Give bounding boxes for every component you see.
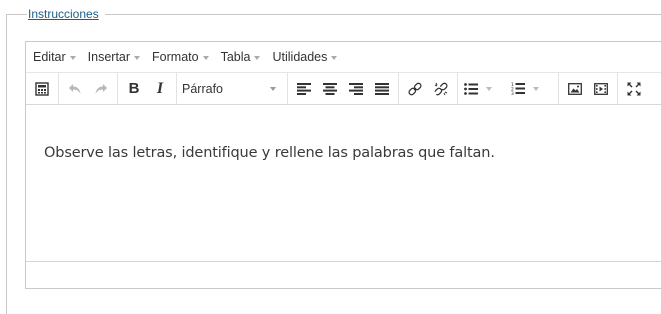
menu-editar[interactable]: Editar [33, 50, 76, 64]
fullscreen-icon [627, 82, 641, 95]
toolbar-group-lists: 1 2 3 [458, 73, 559, 104]
rich-text-editor: Editar Insertar Formato Tabla Utilidades [25, 41, 661, 289]
chevron-down-icon [202, 55, 209, 60]
editor-content-area[interactable]: Observe las letras, identifique y rellen… [26, 105, 661, 263]
chevron-down-icon [270, 87, 276, 91]
align-justify-icon [375, 82, 389, 95]
redo-icon [95, 83, 107, 94]
instructions-legend[interactable]: Instrucciones [27, 7, 105, 22]
svg-text:3: 3 [511, 91, 514, 95]
align-center-button[interactable] [317, 76, 343, 102]
toolbar-group-history [59, 73, 118, 104]
editor-statusbar [26, 261, 661, 288]
toolbar-group-format: Párrafo [177, 73, 288, 104]
menu-tabla-label: Tabla [220, 50, 251, 64]
insert-image-button[interactable] [562, 76, 588, 102]
numbered-list-button[interactable]: 1 2 3 [508, 76, 555, 102]
redo-button[interactable] [88, 76, 114, 102]
link-button[interactable] [402, 76, 428, 102]
align-justify-button[interactable] [369, 76, 395, 102]
fullscreen-button[interactable] [621, 76, 647, 102]
toolbar-group-media [559, 73, 618, 104]
editor-toolbar: B I Párrafo 1 2 3 [26, 72, 661, 105]
block-format-value: Párrafo [182, 81, 223, 96]
unlink-button[interactable] [428, 76, 454, 102]
numbered-list-icon: 1 2 3 [511, 82, 525, 95]
italic-button[interactable]: I [147, 76, 173, 102]
align-right-icon [349, 82, 363, 95]
instruction-text: Observe las letras, identifique y rellen… [44, 145, 495, 161]
undo-icon [69, 83, 81, 94]
link-icon [408, 82, 422, 95]
align-center-icon [323, 82, 337, 95]
menu-insertar-label: Insertar [87, 50, 131, 64]
menu-formato[interactable]: Formato [152, 50, 209, 64]
toolbar-group-source [26, 73, 59, 104]
toolbar-group-align [288, 73, 399, 104]
chevron-down-icon [331, 55, 338, 60]
unlink-icon [434, 82, 448, 95]
align-left-button[interactable] [291, 76, 317, 102]
block-format-select[interactable]: Párrafo [180, 76, 284, 102]
image-icon [568, 82, 582, 95]
editor-menubar: Editar Insertar Formato Tabla Utilidades [26, 42, 661, 72]
chevron-down-icon [69, 55, 76, 60]
undo-button[interactable] [62, 76, 88, 102]
toolbar-group-view [618, 73, 650, 104]
toolbar-group-style: B I [118, 73, 177, 104]
menu-tabla[interactable]: Tabla [221, 50, 261, 64]
chevron-down-icon [134, 55, 141, 60]
bullet-list-icon [464, 82, 478, 95]
menu-editar-label: Editar [33, 50, 66, 64]
menu-insertar[interactable]: Insertar [87, 50, 141, 64]
chevron-down-icon[interactable] [533, 87, 539, 91]
media-icon [594, 82, 608, 95]
source-code-button[interactable] [29, 76, 55, 102]
bullet-list-button[interactable] [461, 76, 508, 102]
menu-formato-label: Formato [152, 50, 199, 64]
chevron-down-icon[interactable] [486, 87, 492, 91]
align-left-icon [297, 82, 311, 95]
source-code-icon [35, 81, 49, 96]
bold-button[interactable]: B [121, 76, 147, 102]
chevron-down-icon [254, 55, 261, 60]
menu-utilidades-label: Utilidades [272, 50, 328, 64]
toolbar-group-link [399, 73, 458, 104]
align-right-button[interactable] [343, 76, 369, 102]
insert-media-button[interactable] [588, 76, 614, 102]
menu-utilidades[interactable]: Utilidades [272, 50, 338, 64]
